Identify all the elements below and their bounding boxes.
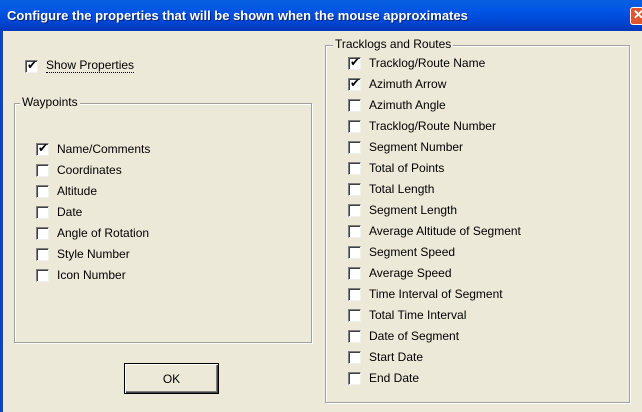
waypoints-group-title: Waypoints xyxy=(20,95,80,109)
tracklog-item-checkbox[interactable]: Start Date xyxy=(348,349,423,365)
checkbox-box[interactable] xyxy=(348,140,361,154)
tracklog-item-checkbox[interactable]: Segment Number xyxy=(348,139,463,155)
tracklog-item-checkbox[interactable]: Average Speed xyxy=(348,265,452,281)
tracklog-item-checkbox[interactable]: End Date xyxy=(348,370,419,386)
checkbox-box[interactable] xyxy=(36,184,49,198)
configure-properties-dialog: Configure the properties that will be sh… xyxy=(0,0,642,412)
tracklog-item-checkbox[interactable]: Date of Segment xyxy=(348,328,459,344)
tracklog-item-checkbox[interactable]: Total Length xyxy=(348,181,434,197)
tracklog-item-checkbox[interactable]: ✔ Azimuth Arrow xyxy=(348,76,446,92)
tracklog-item-checkbox[interactable]: ✔ Tracklog/Route Name xyxy=(348,55,485,71)
close-icon: ✕ xyxy=(633,7,642,22)
tracklog-item-label: Azimuth Angle xyxy=(369,98,446,112)
checkbox-box[interactable] xyxy=(36,268,49,282)
waypoint-item-checkbox[interactable]: Style Number xyxy=(36,246,130,262)
checkbox-box[interactable] xyxy=(348,98,361,112)
tracklog-item-checkbox[interactable]: Segment Length xyxy=(348,202,457,218)
tracklog-item-label: Average Altitude of Segment xyxy=(369,224,521,238)
tracklog-item-label: Start Date xyxy=(369,350,424,364)
checkbox-box[interactable]: ✔ xyxy=(36,140,49,156)
checkbox-box[interactable] xyxy=(348,119,361,133)
dialog-body: ✔ Show Properties Waypoints OK Tracklogs… xyxy=(3,31,642,412)
checkbox-box[interactable] xyxy=(36,163,49,177)
waypoint-item-label: Altitude xyxy=(57,184,98,198)
tracklog-item-label: Azimuth Arrow xyxy=(369,77,447,91)
waypoint-item-checkbox[interactable]: Icon Number xyxy=(36,267,126,283)
tracklog-item-label: Total Time Interval xyxy=(369,308,467,322)
tracklog-item-checkbox[interactable]: Total of Points xyxy=(348,160,444,176)
checkbox-box[interactable] xyxy=(36,205,49,219)
tracklog-item-label: Date of Segment xyxy=(369,329,460,343)
waypoint-item-checkbox[interactable]: Altitude xyxy=(36,183,97,199)
tracklog-item-label: Segment Length xyxy=(369,203,458,217)
tracklog-item-label: Average Speed xyxy=(369,266,452,280)
close-button[interactable]: ✕ xyxy=(630,7,642,25)
waypoint-item-checkbox[interactable]: Date xyxy=(36,204,82,220)
checkbox-box[interactable] xyxy=(348,371,361,385)
checkmark-icon: ✔ xyxy=(38,140,49,155)
tracklog-item-label: Tracklog/Route Number xyxy=(369,119,496,133)
waypoint-item-label: Coordinates xyxy=(57,163,122,177)
tracklog-item-label: End Date xyxy=(369,371,420,385)
checkmark-icon: ✔ xyxy=(350,75,361,90)
waypoint-item-checkbox[interactable]: Angle of Rotation xyxy=(36,225,149,241)
tracklog-item-checkbox[interactable]: Segment Speed xyxy=(348,244,455,260)
tracklog-item-label: Tracklog/Route Name xyxy=(369,56,486,70)
checkbox-box[interactable]: ✔ xyxy=(25,57,38,73)
checkbox-box[interactable] xyxy=(36,247,49,261)
show-properties-checkbox[interactable]: ✔ Show Properties xyxy=(25,57,135,74)
waypoint-item-label: Angle of Rotation xyxy=(57,226,150,240)
checkbox-box[interactable] xyxy=(348,203,361,217)
checkbox-box[interactable]: ✔ xyxy=(348,54,361,70)
checkmark-icon: ✔ xyxy=(27,57,38,72)
checkmark-icon: ✔ xyxy=(350,54,361,69)
show-properties-label: Show Properties xyxy=(46,58,135,73)
tracklogs-routes-group-title: Tracklogs and Routes xyxy=(333,37,454,51)
tracklog-item-checkbox[interactable]: Azimuth Angle xyxy=(348,97,446,113)
checkbox-box[interactable] xyxy=(348,287,361,301)
tracklog-item-label: Time Interval of Segment xyxy=(369,287,503,301)
waypoint-item-label: Style Number xyxy=(57,247,130,261)
checkbox-box[interactable] xyxy=(348,266,361,280)
checkbox-box[interactable]: ✔ xyxy=(348,75,361,91)
checkbox-box[interactable] xyxy=(348,161,361,175)
checkbox-box[interactable] xyxy=(348,182,361,196)
tracklog-item-checkbox[interactable]: Average Altitude of Segment xyxy=(348,223,521,239)
waypoint-item-label: Name/Comments xyxy=(57,142,151,156)
waypoints-group xyxy=(14,103,312,343)
tracklog-item-label: Total of Points xyxy=(369,161,445,175)
tracklog-item-label: Segment Number xyxy=(369,140,464,154)
checkbox-box[interactable] xyxy=(348,224,361,238)
tracklog-item-label: Segment Speed xyxy=(369,245,456,259)
waypoint-item-checkbox[interactable]: ✔ Name/Comments xyxy=(36,141,150,157)
checkbox-box[interactable] xyxy=(36,226,49,240)
ok-button-label: OK xyxy=(162,371,181,386)
waypoint-item-label: Icon Number xyxy=(57,268,126,282)
ok-button[interactable]: OK xyxy=(124,363,219,394)
checkbox-box[interactable] xyxy=(348,350,361,364)
tracklog-item-checkbox[interactable]: Time Interval of Segment xyxy=(348,286,503,302)
checkbox-box[interactable] xyxy=(348,329,361,343)
tracklog-item-label: Total Length xyxy=(369,182,435,196)
waypoint-item-label: Date xyxy=(57,205,83,219)
tracklog-item-checkbox[interactable]: Tracklog/Route Number xyxy=(348,118,496,134)
window-title: Configure the properties that will be sh… xyxy=(7,8,468,23)
waypoint-item-checkbox[interactable]: Coordinates xyxy=(36,162,122,178)
checkbox-box[interactable] xyxy=(348,308,361,322)
checkbox-box[interactable] xyxy=(348,245,361,259)
title-bar[interactable]: Configure the properties that will be sh… xyxy=(0,0,642,31)
tracklog-item-checkbox[interactable]: Total Time Interval xyxy=(348,307,466,323)
